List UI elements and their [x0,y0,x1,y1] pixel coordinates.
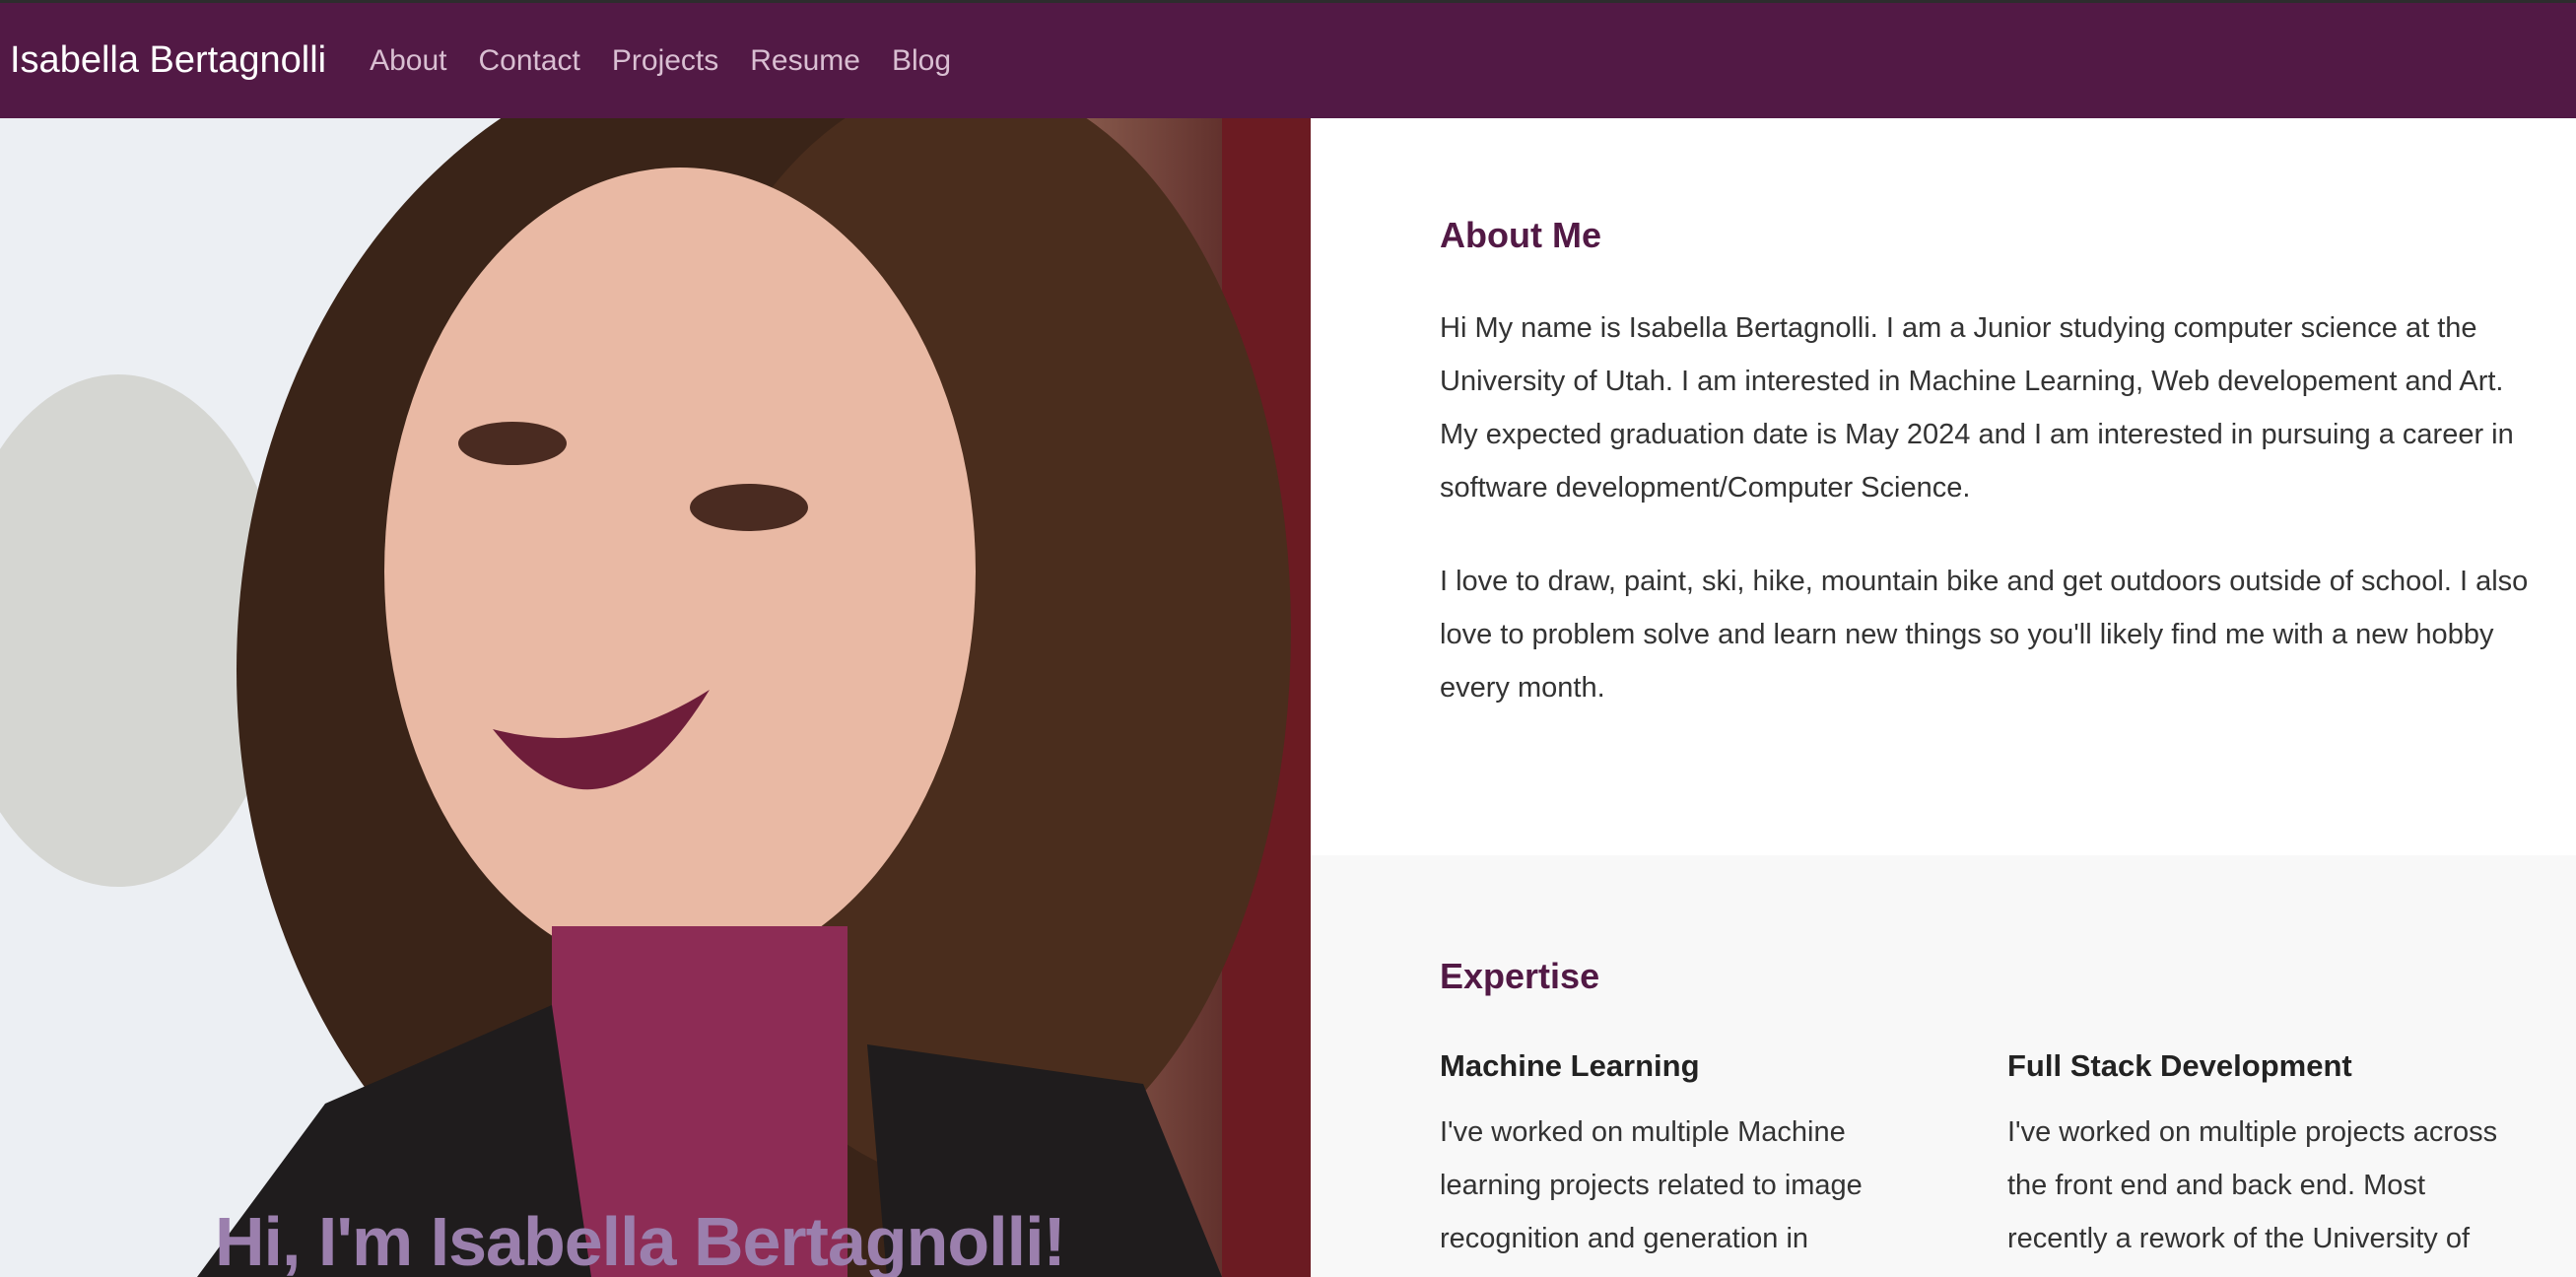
hero-title: Hi, I'm Isabella Bertagnolli! [215,1203,1066,1277]
expertise-section: Expertise Machine Learning I've worked o… [1311,855,2576,1277]
expertise-item-text-full-stack: I've worked on multiple projects across … [2007,1116,2498,1254]
about-paragraph-1: Hi My name is Isabella Bertagnolli. I am… [1440,312,2514,504]
about-paragraph-2: I love to draw, paint, ski, hike, mounta… [1440,566,2529,704]
expertise-heading: Expertise [1440,956,1600,996]
main-nav: About Contact Projects Resume Blog [354,44,967,78]
nav-link-projects[interactable]: Projects [612,44,718,78]
portrait-image [0,118,1311,1277]
nav-link-contact[interactable]: Contact [479,44,580,78]
nav-link-about[interactable]: About [370,44,446,78]
nav-link-resume[interactable]: Resume [750,44,860,78]
brand-link[interactable]: Isabella Bertagnolli [10,39,326,82]
about-section: About Me Hi My name is Isabella Bertagno… [1311,118,2576,855]
expertise-item-title-machine-learning: Machine Learning [1440,1048,1700,1083]
expertise-item-text-machine-learning: I've worked on multiple Machine learning… [1440,1116,1863,1254]
nav-link-blog[interactable]: Blog [892,44,951,78]
expertise-item-title-full-stack: Full Stack Development [2007,1048,2352,1083]
hero-portrait: Hi, I'm Isabella Bertagnolli! [0,118,1311,1277]
top-navbar: Isabella Bertagnolli About Contact Proje… [0,0,2576,118]
about-heading: About Me [1440,215,1601,255]
main-content: About Me Hi My name is Isabella Bertagno… [1311,118,2576,1277]
